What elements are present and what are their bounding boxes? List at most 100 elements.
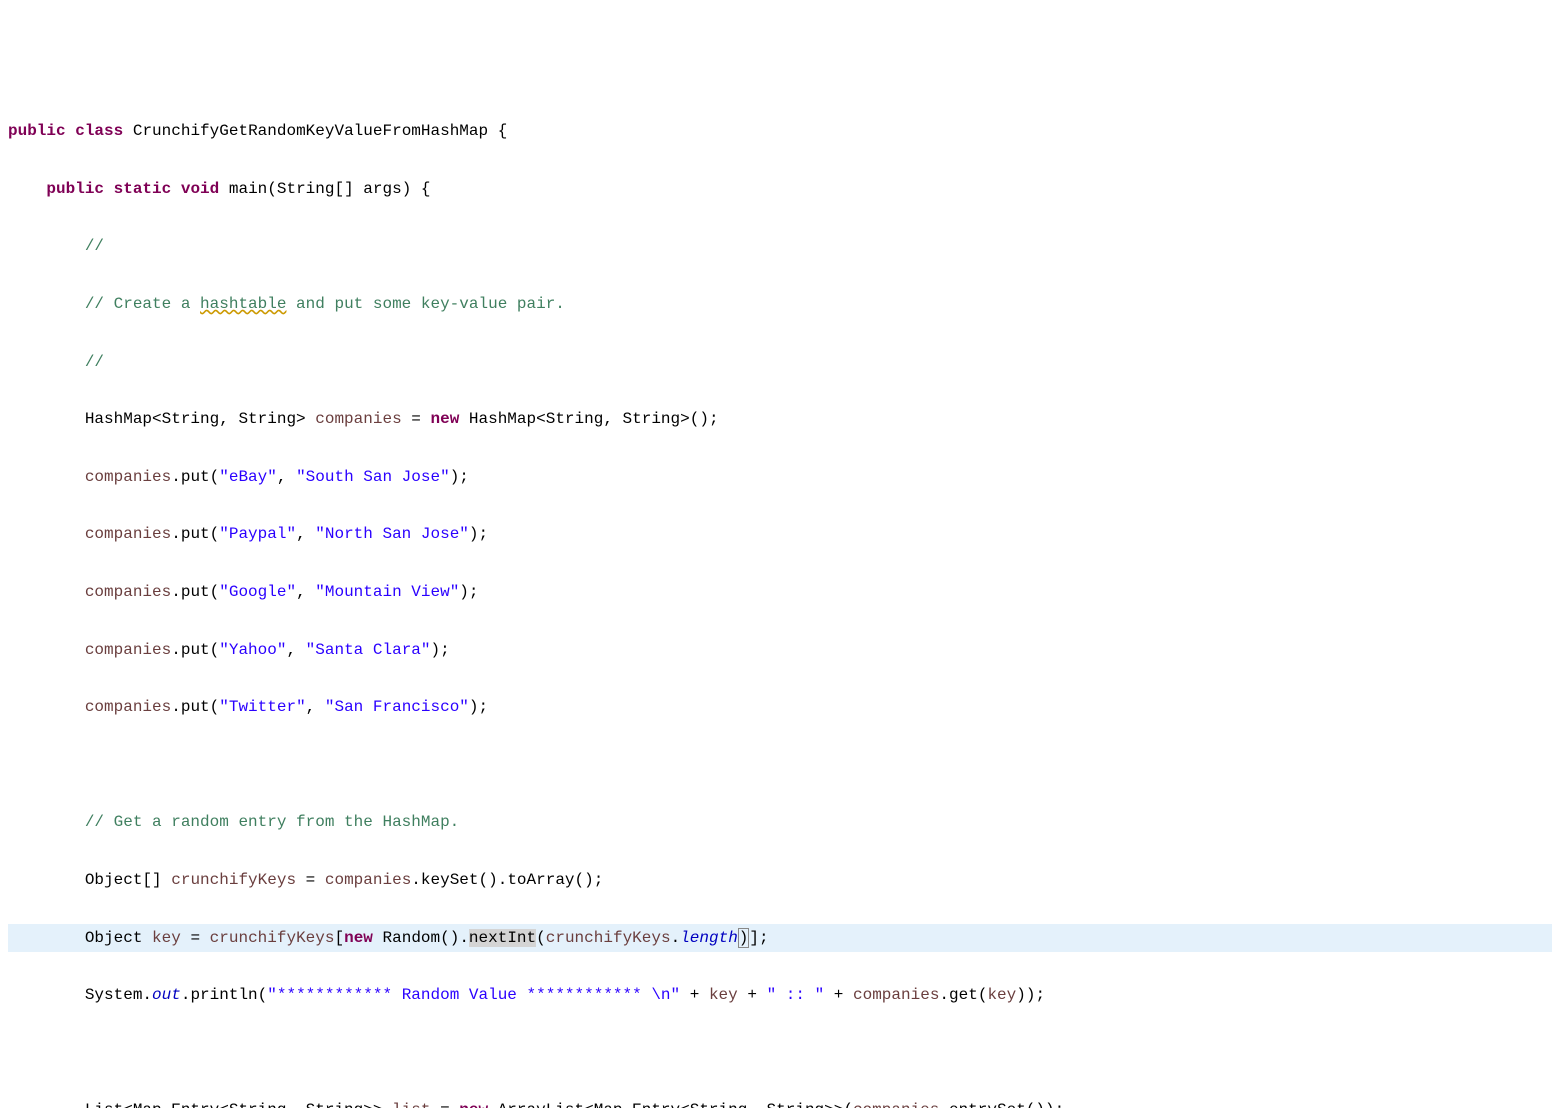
string-literal: "Twitter" [219,698,305,716]
equals: = [181,929,210,947]
keyword-new: new [430,410,459,428]
keyword-class: class [75,122,123,140]
indent [8,583,85,601]
variable: companies [853,986,939,1004]
code-line-16: System.out.println("************ Random … [8,981,1552,1010]
variable: crunchifyKeys [546,929,671,947]
variable: companies [85,468,171,486]
equals: = [402,410,431,428]
end: ); [469,525,488,543]
comment: // Create a hashtable and put some key-v… [85,295,565,313]
method-call: .put( [171,698,219,716]
variable: key [987,986,1016,1004]
variable: crunchifyKeys [210,929,335,947]
code-line-14: Object[] crunchifyKeys = companies.keySe… [8,866,1552,895]
plus: + [824,986,853,1004]
keyword-void: void [181,180,219,198]
comma: , [296,583,315,601]
type: Object[] [85,871,171,889]
indent [8,1101,85,1108]
string-literal: " :: " [767,986,825,1004]
keyword-public: public [8,122,66,140]
string-literal: "eBay" [219,468,277,486]
variable: companies [325,871,411,889]
method-call: .put( [171,468,219,486]
dot: . [671,929,681,947]
code-line-blank-2 [8,1039,1552,1068]
code-line-6: HashMap<String, String> companies = new … [8,405,1552,434]
type: List<Map.Entry<String, String>> [85,1101,392,1108]
indent [8,295,85,313]
indent [8,237,85,255]
keyword-new: new [459,1101,488,1108]
comment: // [85,353,104,371]
end: ); [469,698,488,716]
equals: = [296,871,325,889]
comma: , [296,525,315,543]
variable: companies [85,583,171,601]
code-line-13: // Get a random entry from the HashMap. [8,808,1552,837]
indent [8,929,85,947]
type: Object [85,929,152,947]
end: ); [459,583,478,601]
indent [8,986,85,1004]
code-line-5: // [8,348,1552,377]
code-line-7: companies.put("eBay", "South San Jose"); [8,463,1552,492]
comment: // Get a random entry from the HashMap. [85,813,459,831]
indent [8,468,85,486]
indent [8,871,85,889]
println: .println( [181,986,267,1004]
plus: + [738,986,767,1004]
indent [8,641,85,659]
variable: list [392,1101,430,1108]
params: (String[] args) { [267,180,430,198]
variable: companies [85,698,171,716]
rest: .keySet().toArray(); [411,871,603,889]
string-literal: "Santa Clara" [306,641,431,659]
field-length: length [680,929,738,947]
comment: // [85,237,104,255]
system: System. [85,986,152,1004]
bracket: [ [334,929,344,947]
code-line-2: public static void main(String[] args) { [8,175,1552,204]
method-call: .put( [171,583,219,601]
code-editor: public class CrunchifyGetRandomKeyValueF… [0,86,1560,1108]
end: ); [450,468,469,486]
equals: = [430,1101,459,1108]
string-literal: "Google" [219,583,296,601]
code-line-15-highlighted: Object key = crunchifyKeys[new Random().… [8,924,1552,953]
end: )); [1016,986,1045,1004]
code-line-9: companies.put("Google", "Mountain View")… [8,578,1552,607]
comma: , [286,641,305,659]
method-nextint: nextInt [469,929,536,947]
string-literal: "South San Jose" [296,468,450,486]
indent [8,525,85,543]
variable: companies [315,410,401,428]
indent [8,410,85,428]
random-call: Random(). [373,929,469,947]
misspelled-word: hashtable [200,295,286,313]
method-call: .put( [171,641,219,659]
indent [8,180,46,198]
close-paren-boxed: ) [738,928,750,948]
type: HashMap<String, String> [85,410,315,428]
string-literal: "Yahoo" [219,641,286,659]
indent [8,698,85,716]
method-call: .put( [171,525,219,543]
end: ); [431,641,450,659]
variable: key [152,929,181,947]
indent [8,813,85,831]
code-line-18: List<Map.Entry<String, String>> list = n… [8,1096,1552,1108]
type: ArrayList<Map.Entry<String, String>>( [488,1101,853,1108]
variable: companies [85,641,171,659]
variable: key [709,986,738,1004]
brace: { [488,122,507,140]
string-literal: "Paypal" [219,525,296,543]
method-name: main [229,180,267,198]
rest: HashMap<String, String>(); [459,410,718,428]
get-call: .get( [939,986,987,1004]
keyword-static: static [114,180,172,198]
variable: companies [853,1101,939,1108]
open-paren: ( [536,929,546,947]
keyword-public: public [46,180,104,198]
